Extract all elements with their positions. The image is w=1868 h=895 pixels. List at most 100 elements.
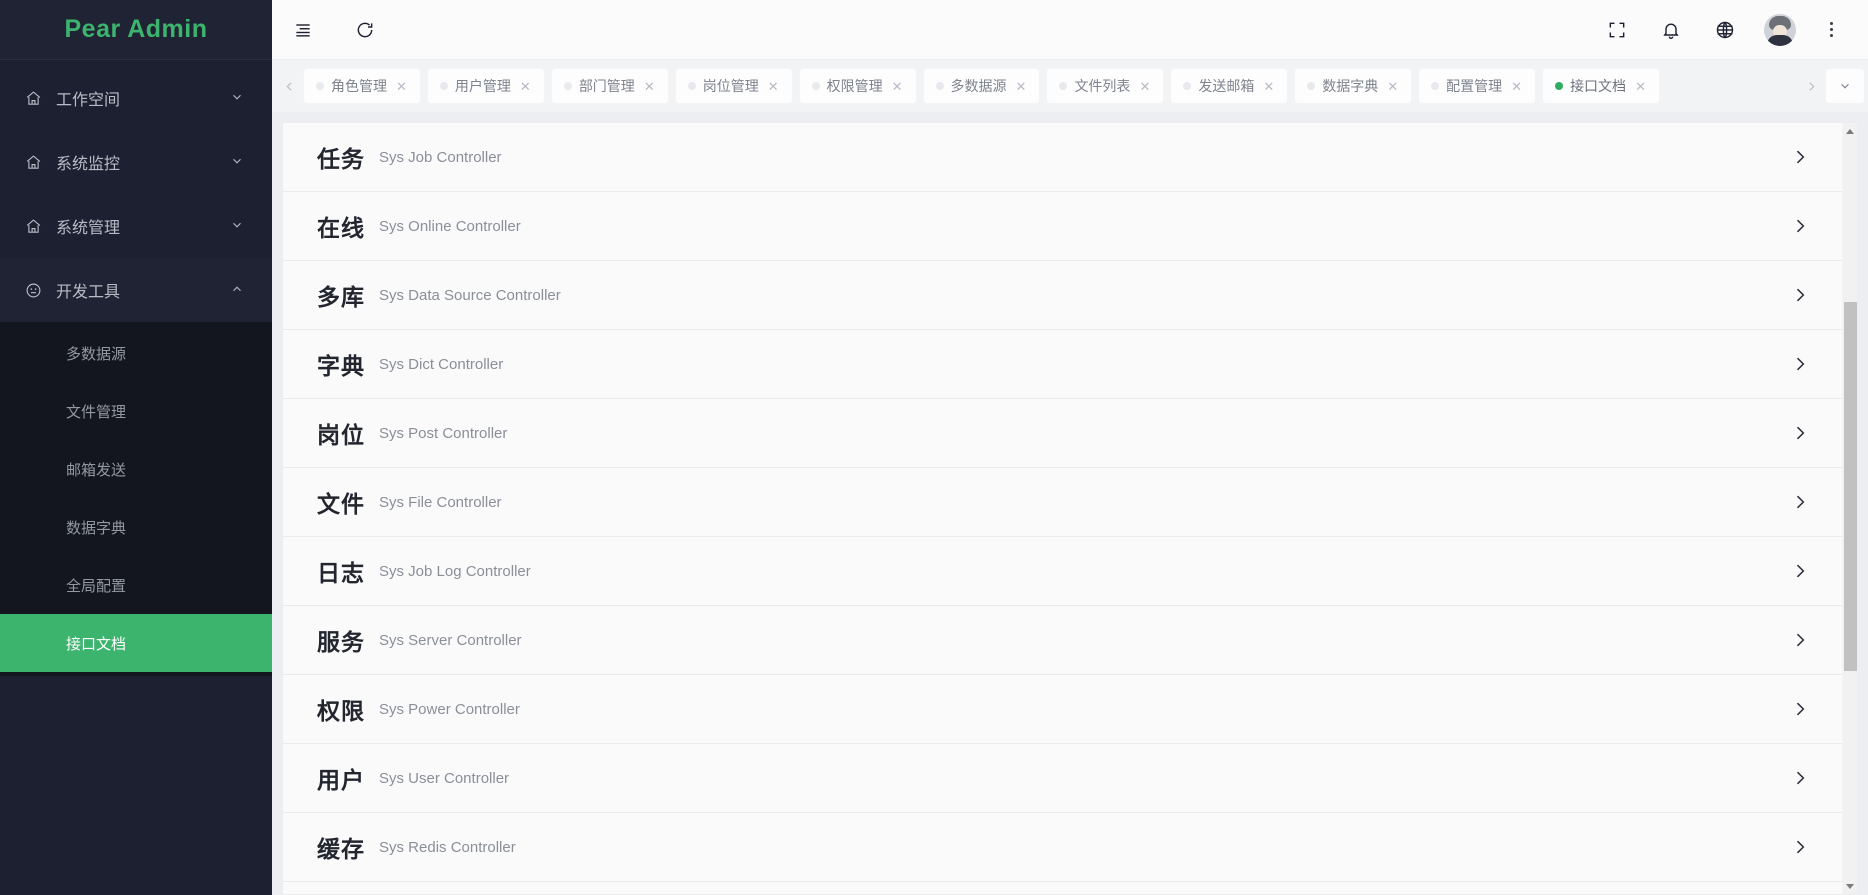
tab-dept-manage[interactable]: 部门管理 ✕ <box>551 69 668 103</box>
api-title: 多库 <box>317 284 365 310</box>
notification-button[interactable] <box>1644 0 1698 60</box>
tab-label: 配置管理 <box>1446 78 1503 94</box>
api-row-job-log[interactable]: 日志 Sys Job Log Controller <box>283 537 1842 606</box>
api-row-post[interactable]: 岗位 Sys Post Controller <box>283 399 1842 468</box>
chevron-down-icon <box>230 90 246 106</box>
tab-close-icon[interactable]: ✕ <box>394 80 407 93</box>
chevron-down-icon <box>1838 79 1852 93</box>
tab-close-icon[interactable]: ✕ <box>890 80 903 93</box>
tabs-scroll-right-button[interactable] <box>1798 60 1824 112</box>
api-subtitle: Sys User Controller <box>379 769 510 787</box>
content-scrollbar[interactable] <box>1842 123 1857 894</box>
sidebar-item-label: 数据字典 <box>66 519 127 537</box>
tab-send-mail[interactable]: 发送邮箱 ✕ <box>1171 69 1288 103</box>
tab-power-manage[interactable]: 权限管理 ✕ <box>799 69 916 103</box>
tab-status-dot <box>1307 82 1316 90</box>
tab-close-icon[interactable]: ✕ <box>518 80 531 93</box>
api-row-job[interactable]: 任务 Sys Job Controller <box>283 123 1842 192</box>
brand-header: Pear Admin <box>0 0 272 60</box>
sidebar-item-multi-datasource[interactable]: 多数据源 <box>0 324 272 382</box>
tab-api-docs[interactable]: 接口文档 ✕ <box>1543 69 1659 103</box>
tab-status-dot <box>316 82 324 90</box>
tabs-dropdown-button[interactable] <box>1826 69 1864 103</box>
api-subtitle: Sys Server Controller <box>379 631 522 649</box>
home-icon <box>22 151 44 173</box>
dot <box>1829 22 1833 25</box>
triangle-down-icon <box>1846 883 1854 889</box>
api-doc-panel: 任务 Sys Job Controller 在线 Sys Online Cont… <box>282 122 1858 895</box>
tabs-scroll-left-button[interactable] <box>276 60 302 112</box>
tab-close-icon[interactable]: ✕ <box>1633 80 1646 93</box>
more-menu-button[interactable] <box>1808 0 1854 60</box>
api-subtitle: Sys File Controller <box>379 493 502 511</box>
dot <box>1829 28 1833 31</box>
tab-close-icon[interactable]: ✕ <box>642 80 655 93</box>
tab-post-manage[interactable]: 岗位管理 ✕ <box>675 69 792 103</box>
tab-label: 角色管理 <box>331 78 387 94</box>
tab-label: 接口文档 <box>1570 78 1627 94</box>
sidebar-item-api-docs[interactable]: 接口文档 <box>0 614 272 672</box>
sidebar-item-global-config[interactable]: 全局配置 <box>0 556 272 614</box>
api-row-redis[interactable]: 缓存 Sys Redis Controller <box>283 813 1842 882</box>
tab-file-list[interactable]: 文件列表 ✕ <box>1047 69 1164 103</box>
sidebar-group-workspace[interactable]: 工作空间 <box>0 66 272 130</box>
sidebar-item-mail-send[interactable]: 邮箱发送 <box>0 440 272 498</box>
scrollbar-track[interactable] <box>1843 139 1858 878</box>
tab-label: 用户管理 <box>454 78 511 94</box>
sidebar-group-devtools[interactable]: 开发工具 <box>0 258 272 322</box>
tab-status-dot <box>935 82 944 90</box>
api-subtitle: Sys Dict Controller <box>379 355 504 373</box>
api-row-user[interactable]: 用户 Sys User Controller <box>283 744 1842 813</box>
api-subtitle: Sys Job Controller <box>379 148 502 166</box>
tab-status-dot <box>687 82 696 90</box>
tab-multi-datasource[interactable]: 多数据源 ✕ <box>923 69 1040 103</box>
chevron-up-icon <box>230 282 246 298</box>
chevron-right-icon <box>1790 492 1820 512</box>
refresh-button[interactable] <box>334 0 396 60</box>
chevron-right-icon <box>1790 423 1820 443</box>
scroll-up-button[interactable] <box>1843 123 1858 139</box>
tab-close-icon[interactable]: ✕ <box>1261 80 1274 93</box>
chevron-right-icon <box>1790 354 1820 374</box>
scroll-down-button[interactable] <box>1843 878 1858 894</box>
menu-toggle-button[interactable] <box>272 0 334 60</box>
sidebar-item-label: 接口文档 <box>66 635 127 653</box>
tab-data-dict[interactable]: 数据字典 ✕ <box>1295 69 1412 103</box>
tab-close-icon[interactable]: ✕ <box>1385 80 1398 93</box>
api-row-online[interactable]: 在线 Sys Online Controller <box>283 192 1842 261</box>
sidebar-item-file-manage[interactable]: 文件管理 <box>0 382 272 440</box>
sidebar-item-label: 多数据源 <box>66 345 127 363</box>
sidebar-item-data-dict[interactable]: 数据字典 <box>0 498 272 556</box>
tab-close-icon[interactable]: ✕ <box>1137 80 1150 93</box>
sidebar-group-monitor[interactable]: 系统监控 <box>0 130 272 194</box>
api-row-file[interactable]: 文件 Sys File Controller <box>283 468 1842 537</box>
tab-label: 数据字典 <box>1322 78 1379 94</box>
language-button[interactable] <box>1698 0 1752 60</box>
api-title: 岗位 <box>317 422 365 448</box>
tab-close-icon[interactable]: ✕ <box>1014 80 1027 93</box>
api-row-server[interactable]: 服务 Sys Server Controller <box>283 606 1842 675</box>
api-row-power[interactable]: 权限 Sys Power Controller <box>283 675 1842 744</box>
scrollbar-thumb[interactable] <box>1843 301 1857 672</box>
tab-close-icon[interactable]: ✕ <box>1509 80 1522 93</box>
api-subtitle: Sys Power Controller <box>379 700 520 718</box>
chevron-right-icon <box>1790 216 1820 236</box>
avatar <box>1764 13 1796 46</box>
bell-icon <box>1661 20 1681 40</box>
tab-user-manage[interactable]: 用户管理 ✕ <box>427 69 544 103</box>
user-avatar-button[interactable] <box>1752 0 1808 60</box>
fullscreen-button[interactable] <box>1590 0 1644 60</box>
chevron-right-icon <box>1790 699 1820 719</box>
topbar <box>272 0 1868 60</box>
sidebar-group-label: 系统监控 <box>56 156 121 173</box>
tab-close-icon[interactable]: ✕ <box>766 80 779 93</box>
tab-config-manage[interactable]: 配置管理 ✕ <box>1419 69 1536 103</box>
api-row-dict[interactable]: 字典 Sys Dict Controller <box>283 330 1842 399</box>
sidebar: Pear Admin 工作空间 系统监控 系统管理 开发工具 多数据源 文件管理… <box>0 0 272 895</box>
tab-role-manage[interactable]: 角色管理 ✕ <box>304 69 420 103</box>
chevron-right-icon <box>1790 285 1820 305</box>
api-subtitle: Sys Job Log Controller <box>379 562 531 580</box>
api-row-datasource[interactable]: 多库 Sys Data Source Controller <box>283 261 1842 330</box>
sidebar-group-system[interactable]: 系统管理 <box>0 194 272 258</box>
tabs-list: 角色管理 ✕ 用户管理 ✕ 部门管理 ✕ 岗位管理 ✕ 权限管理 ✕ 多数据源 … <box>302 69 1661 103</box>
